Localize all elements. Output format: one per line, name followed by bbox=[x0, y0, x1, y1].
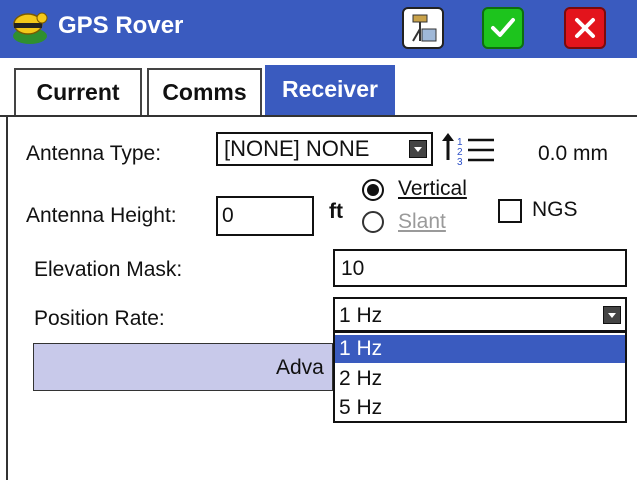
svg-text:3: 3 bbox=[457, 157, 463, 168]
dropdown-arrow-icon bbox=[409, 140, 427, 158]
slant-radio-label[interactable]: Slant bbox=[398, 210, 446, 234]
slant-radio[interactable] bbox=[362, 211, 384, 233]
antenna-type-select[interactable]: [NONE] NONE bbox=[216, 132, 433, 166]
ngs-checkbox[interactable] bbox=[498, 199, 522, 223]
vertical-radio-label[interactable]: Vertical bbox=[398, 177, 467, 201]
rate-option-5hz[interactable]: 5 Hz bbox=[335, 394, 625, 422]
vertical-radio[interactable] bbox=[362, 179, 384, 201]
instrument-tripod-icon bbox=[412, 14, 437, 42]
rate-option-1hz[interactable]: 1 Hz bbox=[335, 335, 625, 363]
checkmark-icon bbox=[491, 18, 515, 37]
ngs-label[interactable]: NGS bbox=[532, 198, 578, 222]
elevation-mask-input[interactable]: 10 bbox=[333, 249, 627, 287]
tab-current[interactable]: Current bbox=[14, 68, 142, 115]
position-rate-value: 1 Hz bbox=[339, 304, 383, 327]
advanced-button[interactable]: Adva bbox=[33, 343, 333, 391]
antenna-offset-value: 0.0 mm bbox=[538, 142, 609, 165]
tab-divider bbox=[0, 115, 637, 117]
position-rate-dropdown-list: 1 Hz 2 Hz 5 Hz bbox=[333, 331, 627, 423]
window-title: GPS Rover bbox=[58, 12, 184, 39]
advanced-button-label: Adva bbox=[276, 356, 324, 379]
antenna-list-button[interactable]: 1 2 3 bbox=[438, 128, 500, 168]
panel-border bbox=[6, 117, 8, 480]
rate-option-2hz[interactable]: 2 Hz bbox=[335, 365, 625, 393]
height-unit-label: ft bbox=[329, 200, 343, 223]
tab-receiver[interactable]: Receiver bbox=[265, 65, 395, 115]
position-rate-label: Position Rate: bbox=[34, 307, 165, 330]
ok-button[interactable] bbox=[482, 7, 524, 49]
antenna-height-value: 0 bbox=[222, 204, 234, 227]
tab-comms[interactable]: Comms bbox=[147, 68, 262, 115]
close-icon bbox=[575, 18, 595, 38]
elevation-mask-value: 10 bbox=[341, 257, 365, 280]
position-rate-select[interactable]: 1 Hz bbox=[333, 297, 627, 332]
antenna-height-label: Antenna Height: bbox=[26, 204, 177, 227]
instrument-button[interactable] bbox=[402, 7, 444, 49]
elevation-mask-label: Elevation Mask: bbox=[34, 258, 183, 281]
title-bar: GPS Rover bbox=[0, 0, 637, 58]
antenna-height-input[interactable]: 0 bbox=[216, 196, 314, 236]
antenna-type-label: Antenna Type: bbox=[26, 142, 162, 165]
gps-rover-logo-icon bbox=[13, 12, 48, 44]
cancel-button[interactable] bbox=[564, 7, 606, 49]
antenna-type-value: [NONE] NONE bbox=[224, 136, 370, 161]
dropdown-arrow-icon bbox=[603, 306, 621, 324]
